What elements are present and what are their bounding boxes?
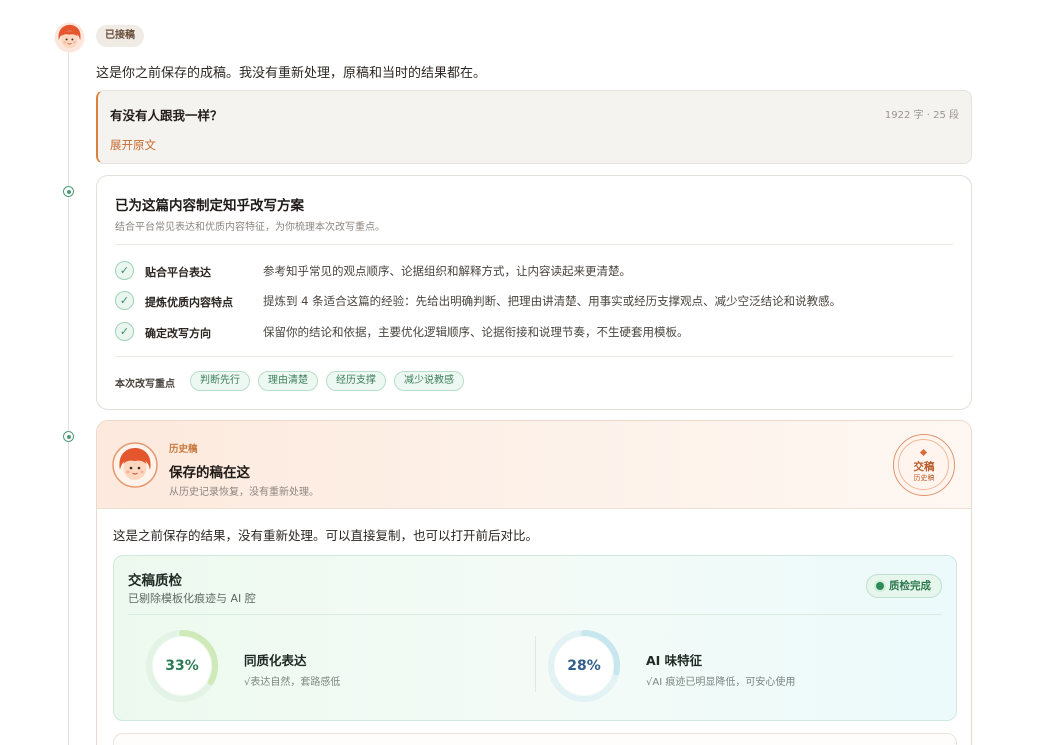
submission-stamp-icon: 交稿 历史稿 (893, 434, 955, 496)
status-dot-icon (876, 582, 884, 590)
qc-badge-label: 质检完成 (889, 580, 931, 592)
history-draft-card: 历史稿 保存的稿在这 从历史记录恢复，没有重新处理。 交稿 历史稿 这是之前保存… (96, 420, 972, 745)
focus-tag: 减少说教感 (394, 371, 464, 391)
check-icon: ✓ (115, 322, 134, 341)
intro-message: 这是你之前保存的成稿。我没有重新处理，原稿和当时的结果都在。 (96, 66, 487, 81)
draft-title: 有没有人跟我一样？ (110, 108, 223, 123)
status-badge: 已接稿 (96, 25, 144, 47)
divider (128, 614, 942, 615)
metric-name: 同质化表达 (244, 653, 307, 668)
qc-title: 交稿质检 (128, 573, 182, 589)
timeline-check-icon (63, 186, 74, 197)
draft-meta: 1922 字 · 25 段 (884, 110, 959, 121)
metric-note: √AI 痕迹已明显降低，可安心使用 (646, 677, 796, 688)
plan-subtitle: 结合平台常见表达和优质内容特征，为你梳理本次改写重点。 (115, 222, 385, 233)
rewrite-plan-card: 已为这篇内容制定知乎改写方案 结合平台常见表达和优质内容特征，为你梳理本次改写重… (96, 175, 972, 410)
metric-percent: 28% (567, 658, 601, 674)
plan-step-desc: 参考知乎常见的观点顺序、论据组织和解释方式，让内容读起来更清楚。 (263, 264, 631, 278)
plan-title: 已为这篇内容制定知乎改写方案 (115, 198, 304, 214)
focus-tag: 经历支撑 (326, 371, 386, 391)
focus-tag: 理由清楚 (258, 371, 318, 391)
qc-subtitle: 已剔除模板化痕迹与 AI 腔 (128, 592, 256, 605)
plan-step-desc: 提炼到 4 条适合这篇的经验：先给出明确判断、把理由讲清楚、用事实或经历支撑观点… (263, 294, 842, 308)
assistant-avatar (112, 442, 158, 488)
metric-ai-feature: 28% AI 味特征 √AI 痕迹已明显降低，可安心使用 (546, 628, 946, 704)
timeline-line (68, 52, 69, 745)
assistant-avatar (54, 22, 85, 53)
check-icon: ✓ (115, 291, 134, 310)
metric-homogeneity: 33% 同质化表达 √表达自然，套路感低 (144, 628, 544, 704)
check-icon: ✓ (115, 261, 134, 280)
metric-name: AI 味特征 (646, 653, 703, 668)
quality-check-card: 交稿质检 已剔除模板化痕迹与 AI 腔 质检完成 33% 同质化表达 √表达自然… (113, 555, 957, 721)
history-tag: 历史稿 (169, 444, 198, 455)
stamp-main-text: 交稿 (913, 461, 935, 473)
plan-step-label: 提炼优质内容特点 (145, 296, 233, 309)
expand-original-link[interactable]: 展开原文 (110, 137, 156, 153)
plan-step-label: 贴合平台表达 (145, 266, 211, 279)
divider (115, 356, 953, 357)
focus-label: 本次改写重点 (115, 379, 175, 390)
divider (115, 244, 953, 245)
stamp-small-text: 历史稿 (913, 474, 935, 482)
qc-complete-badge: 质检完成 (866, 574, 942, 598)
history-message: 这是之前保存的结果，没有重新处理。可以直接复制，也可以打开前后对比。 (113, 528, 539, 543)
plan-step-label: 确定改写方向 (145, 327, 211, 340)
history-subtitle: 从历史记录恢复，没有重新处理。 (169, 487, 319, 498)
history-header: 历史稿 保存的稿在这 从历史记录恢复，没有重新处理。 交稿 历史稿 (97, 421, 971, 509)
focus-tags: 判断先行 理由清楚 经历支撑 减少说教感 (190, 371, 464, 391)
original-draft-card: 有没有人跟我一样？ 1922 字 · 25 段 展开原文 (96, 90, 972, 164)
focus-tag: 判断先行 (190, 371, 250, 391)
metric-percent: 33% (165, 658, 199, 674)
metric-note: √表达自然，套路感低 (244, 677, 341, 688)
next-card (113, 733, 957, 745)
timeline-check-icon (63, 431, 74, 442)
history-title: 保存的稿在这 (169, 465, 250, 481)
plan-step-desc: 保留你的结论和依据，主要优化逻辑顺序、论据衔接和说理节奏，不生硬套用模板。 (263, 325, 689, 339)
